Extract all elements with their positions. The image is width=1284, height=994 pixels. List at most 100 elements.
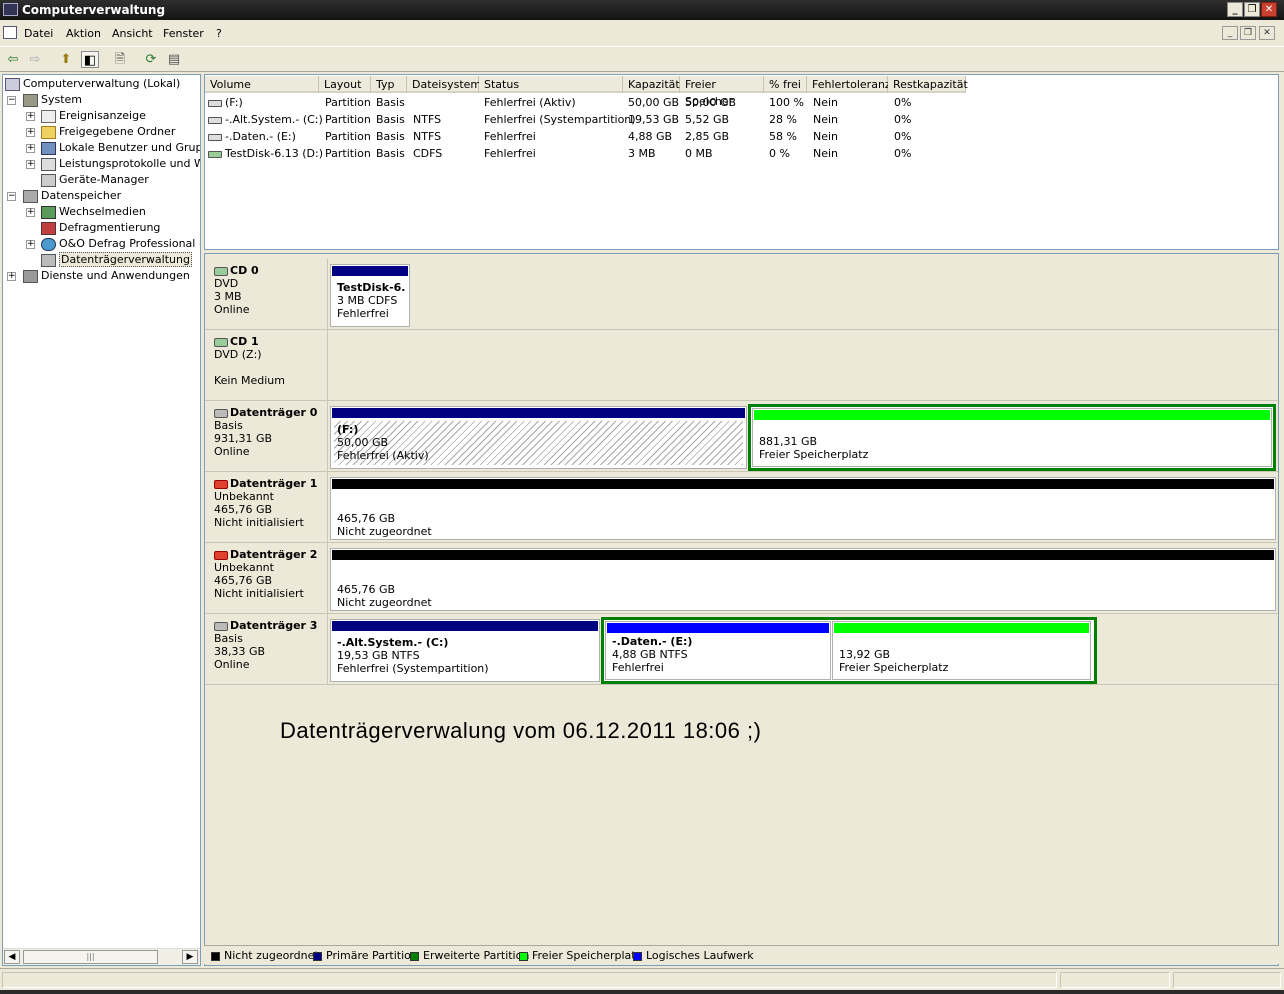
disk-header-0[interactable]: Datenträger 0 Basis 931,31 GB Online	[207, 401, 328, 471]
expand-icon[interactable]: +	[7, 272, 16, 281]
extended-partition-d0[interactable]: 881,31 GB Freier Speicherplatz	[748, 404, 1276, 471]
col-prozent-frei[interactable]: % frei	[764, 76, 807, 93]
menu-ansicht[interactable]: Ansicht	[112, 27, 153, 40]
menu-fenster[interactable]: Fenster	[163, 27, 204, 40]
refresh-icon[interactable]: ⟳	[142, 51, 160, 68]
performance-logs-icon	[41, 157, 56, 171]
up-folder-icon[interactable]: ⬆	[57, 51, 75, 68]
disk-header-2[interactable]: Datenträger 2 Unbekannt 465,76 GB Nicht …	[207, 543, 328, 613]
disk-graphical-view: CD 0 DVD 3 MB Online TestDisk-6. 3 MB CD…	[204, 253, 1279, 966]
tree-item-ereignisanzeige[interactable]: Ereignisanzeige	[41, 108, 146, 124]
col-fehlertoleranz[interactable]: Fehlertoleranz	[807, 76, 891, 93]
tree-item-datentraegerverwaltung[interactable]: Datenträgerverwaltung	[41, 252, 192, 268]
forward-arrow-icon[interactable]: ⇨	[26, 51, 44, 68]
col-dateisystem[interactable]: Dateisystem	[407, 76, 481, 93]
tree-item-defragmentierung[interactable]: Defragmentierung	[41, 220, 160, 236]
window-title: Computerverwaltung	[22, 3, 166, 17]
collapse-system-icon[interactable]: −	[7, 96, 16, 105]
cd-icon	[214, 337, 228, 347]
mdi-restore-button[interactable]: ❐	[1240, 26, 1256, 40]
disk-row-2: Datenträger 2 Unbekannt 465,76 GB Nicht …	[205, 543, 1278, 614]
partition-c[interactable]: -.Alt.System.- (C:) 19,53 GB NTFS Fehler…	[330, 619, 600, 682]
window-bottom-border	[0, 990, 1284, 994]
col-status[interactable]: Status	[479, 76, 623, 93]
tree-root[interactable]: Computerverwaltung (Lokal)	[5, 76, 180, 92]
event-viewer-icon	[41, 109, 56, 123]
title-bar: Computerverwaltung _ ❐ ✕	[0, 0, 1284, 20]
scroll-right-icon[interactable]: ▶	[182, 950, 198, 964]
tree-item-oo-defrag[interactable]: O&O Defrag Professional Edi	[41, 236, 200, 252]
tree-item-freigegebene-ordner[interactable]: Freigegebene Ordner	[41, 124, 175, 140]
table-row[interactable]: -.Daten.- (E:) Partition Basis NTFS Fehl…	[205, 128, 1278, 145]
menu-datei[interactable]: Datei	[24, 27, 53, 40]
col-restkapazitaet[interactable]: Restkapazität	[888, 76, 968, 93]
collapse-storage-icon[interactable]: −	[7, 192, 16, 201]
tree-item-geraete-manager[interactable]: Geräte-Manager	[41, 172, 149, 188]
disk-header-3[interactable]: Datenträger 3 Basis 38,33 GB Online	[207, 614, 328, 684]
disk-header-cd1[interactable]: CD 1 DVD (Z:) Kein Medium	[207, 330, 328, 400]
unallocated-d1[interactable]: 465,76 GB Nicht zugeordnet	[330, 477, 1276, 540]
col-kapazitaet[interactable]: Kapazität	[623, 76, 680, 93]
col-layout[interactable]: Layout	[319, 76, 371, 93]
tree-item-datenspeicher[interactable]: Datenspeicher	[23, 188, 121, 204]
tree-item-system[interactable]: System	[23, 92, 82, 108]
services-icon	[23, 269, 38, 283]
disk-header-1[interactable]: Datenträger 1 Unbekannt 465,76 GB Nicht …	[207, 472, 328, 542]
status-segment	[1173, 972, 1281, 988]
mdi-close-button[interactable]: ✕	[1259, 26, 1275, 40]
extended-partition-d3[interactable]: -.Daten.- (E:) 4,88 GB NTFS Fehlerfrei 1…	[601, 617, 1097, 684]
uninitialized-disk-icon	[214, 479, 228, 489]
menu-aktion[interactable]: Aktion	[66, 27, 101, 40]
disk-management-icon	[41, 253, 56, 267]
minimize-button[interactable]: _	[1227, 2, 1243, 17]
expand-icon[interactable]: +	[26, 144, 35, 153]
legend-item: Erweiterte Partition	[410, 946, 529, 965]
table-row[interactable]: -.Alt.System.- (C:) Partition Basis NTFS…	[205, 111, 1278, 128]
tree-item-leistungsprotokolle[interactable]: Leistungsprotokolle und Warn	[41, 156, 200, 172]
drive-icon	[208, 116, 222, 124]
partition-testdisk[interactable]: TestDisk-6. 3 MB CDFS Fehlerfrei	[330, 264, 410, 327]
disk-header-cd0[interactable]: CD 0 DVD 3 MB Online	[207, 259, 328, 329]
scroll-left-icon[interactable]: ◀	[4, 950, 20, 964]
restore-button[interactable]: ❐	[1244, 2, 1260, 17]
unallocated-d2[interactable]: 465,76 GB Nicht zugeordnet	[330, 548, 1276, 611]
col-volume[interactable]: Volume	[205, 76, 319, 93]
tree-item-lokale-benutzer[interactable]: Lokale Benutzer und Gruppen	[41, 140, 200, 156]
volume-list: Volume Layout Typ Dateisystem Status Kap…	[204, 74, 1279, 250]
col-typ[interactable]: Typ	[371, 76, 407, 93]
legend-item: Freier Speicherplatz	[519, 946, 641, 965]
scroll-thumb[interactable]: |||	[23, 950, 158, 964]
free-space-d3[interactable]: 13,92 GB Freier Speicherplatz	[832, 621, 1091, 680]
mdi-minimize-button[interactable]: _	[1222, 26, 1238, 40]
show-hide-tree-icon[interactable]: ◧	[81, 51, 99, 68]
expand-icon[interactable]: +	[26, 112, 35, 121]
tree-item-dienste[interactable]: Dienste und Anwendungen	[23, 268, 190, 284]
hard-disk-icon	[214, 621, 228, 631]
expand-icon[interactable]: +	[26, 128, 35, 137]
partition-f[interactable]: (F:) 50,00 GB Fehlerfrei (Aktiv)	[330, 406, 747, 469]
expand-icon[interactable]: +	[26, 208, 35, 217]
tree-horizontal-scrollbar[interactable]: ◀ ||| ▶	[3, 948, 200, 965]
status-segment	[1060, 972, 1170, 988]
legend-item: Primäre Partition	[313, 946, 418, 965]
close-button[interactable]: ✕	[1261, 2, 1277, 17]
disk-row-cd0: CD 0 DVD 3 MB Online TestDisk-6. 3 MB CD…	[205, 259, 1278, 330]
back-arrow-icon[interactable]: ⇦	[4, 51, 22, 68]
table-row[interactable]: TestDisk-6.13 (D:) Partition Basis CDFS …	[205, 145, 1278, 162]
tree-item-wechselmedien[interactable]: Wechselmedien	[41, 204, 146, 220]
table-row[interactable]: (F:) Partition Basis Fehlerfrei (Aktiv) …	[205, 94, 1278, 111]
properties-icon[interactable]: 🗎	[111, 51, 129, 68]
unallocated-bar	[332, 550, 1274, 560]
removable-media-icon	[41, 205, 56, 219]
system-tools-icon	[23, 93, 38, 107]
shared-folder-icon	[41, 125, 56, 139]
expand-icon[interactable]: +	[26, 160, 35, 169]
primary-swatch	[313, 951, 322, 961]
mdi-system-icon[interactable]	[3, 26, 17, 39]
menu-help[interactable]: ?	[216, 27, 222, 40]
free-space-d0[interactable]: 881,31 GB Freier Speicherplatz	[752, 408, 1272, 467]
expand-icon[interactable]: +	[26, 240, 35, 249]
logical-drive-e[interactable]: -.Daten.- (E:) 4,88 GB NTFS Fehlerfrei	[605, 621, 831, 680]
col-freier-speicher[interactable]: Freier Speicher	[680, 76, 764, 108]
export-list-icon[interactable]: ▤	[165, 51, 183, 68]
